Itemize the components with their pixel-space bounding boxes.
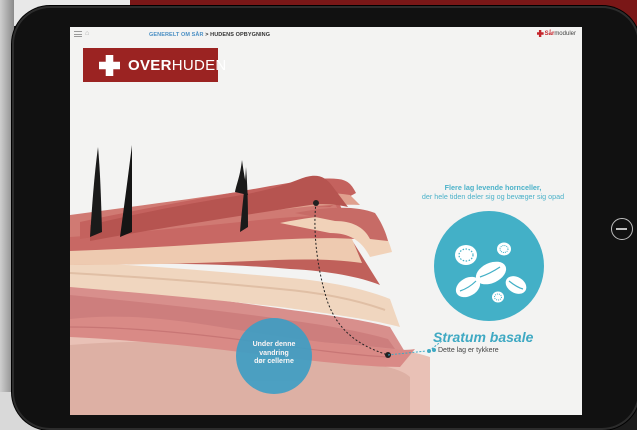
cell-detail-circle[interactable] (434, 211, 544, 321)
info-circle-text: Under denne vandring dør cellerne (236, 341, 312, 367)
cells-icon (455, 242, 527, 303)
callout-line-1: Flere lag levende hornceller, (444, 183, 542, 192)
info-circle-line-3: dør cellerne (254, 358, 294, 365)
bullet-icon (432, 348, 436, 353)
stratum-name: Stratum basale (433, 329, 534, 345)
app-screen: ⌂ GENERELT OM SÅR > HUDENS OPBYGNING Sår… (70, 27, 582, 415)
stratum-description: Dette lag er tykkere (432, 347, 499, 354)
info-circle-line-2: vandring (259, 349, 289, 357)
power-icon[interactable] (611, 218, 633, 240)
info-circle-line-1: Under denne (252, 341, 296, 348)
callout-line-2: der hele tiden deler sig og bevæger sig … (421, 192, 565, 201)
callout-text: Flere lag levende hornceller, der hele t… (388, 183, 582, 201)
stratum-description-text: Dette lag er tykkere (438, 347, 499, 354)
info-circle[interactable]: Under denne vandring dør cellerne (236, 318, 312, 394)
